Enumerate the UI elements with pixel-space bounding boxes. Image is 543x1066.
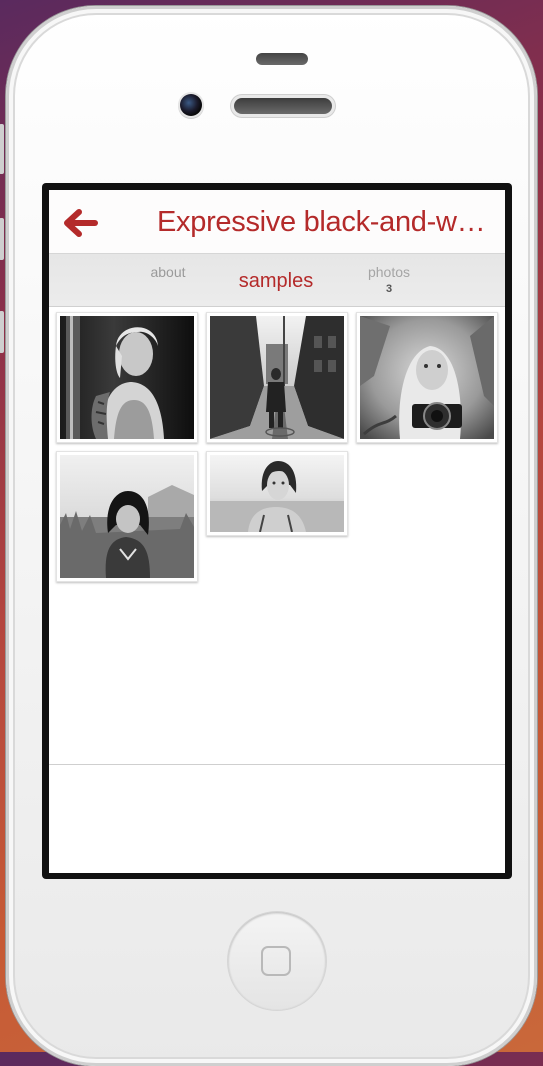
girl-in-field-image	[60, 455, 194, 578]
tab-bar: about samples photos 3	[49, 253, 505, 369]
volume-down-button	[0, 311, 4, 353]
woman-with-camera-image	[360, 316, 494, 439]
tab-samples-label: samples	[238, 270, 314, 292]
sample-photo-2[interactable]	[206, 312, 348, 443]
sample-photo-4[interactable]	[56, 451, 198, 582]
volume-up-button	[0, 218, 4, 260]
page-title: Expressive black-and-white portraits	[157, 206, 491, 238]
app-screen: Expressive black-and-white portraits abo…	[49, 190, 505, 873]
earpiece-speaker	[234, 98, 332, 114]
photos-count-badge: 3	[385, 283, 393, 295]
tab-about-label: about	[150, 264, 186, 280]
home-button[interactable]	[228, 912, 326, 1010]
woman-snowy-alley-image	[210, 316, 344, 439]
tab-photos[interactable]: photos 3	[349, 264, 429, 295]
tab-photos-label: photos	[367, 264, 411, 280]
sample-photo-3[interactable]	[356, 312, 498, 443]
navigation-header: Expressive black-and-white portraits	[49, 190, 505, 253]
top-sensor-pill	[256, 53, 308, 65]
front-camera-icon	[180, 94, 202, 116]
ringer-switch	[0, 124, 4, 174]
portrait-woman-tattoo-image	[60, 316, 194, 439]
tab-about[interactable]: about	[131, 264, 205, 280]
sample-photo-5[interactable]	[206, 451, 348, 536]
sample-photo-1[interactable]	[56, 312, 198, 443]
woman-portrait-landscape-image	[210, 455, 344, 532]
content-divider	[49, 764, 505, 765]
tab-samples[interactable]: samples	[219, 270, 333, 293]
back-arrow-icon[interactable]	[63, 208, 99, 238]
home-square-icon	[261, 946, 291, 976]
